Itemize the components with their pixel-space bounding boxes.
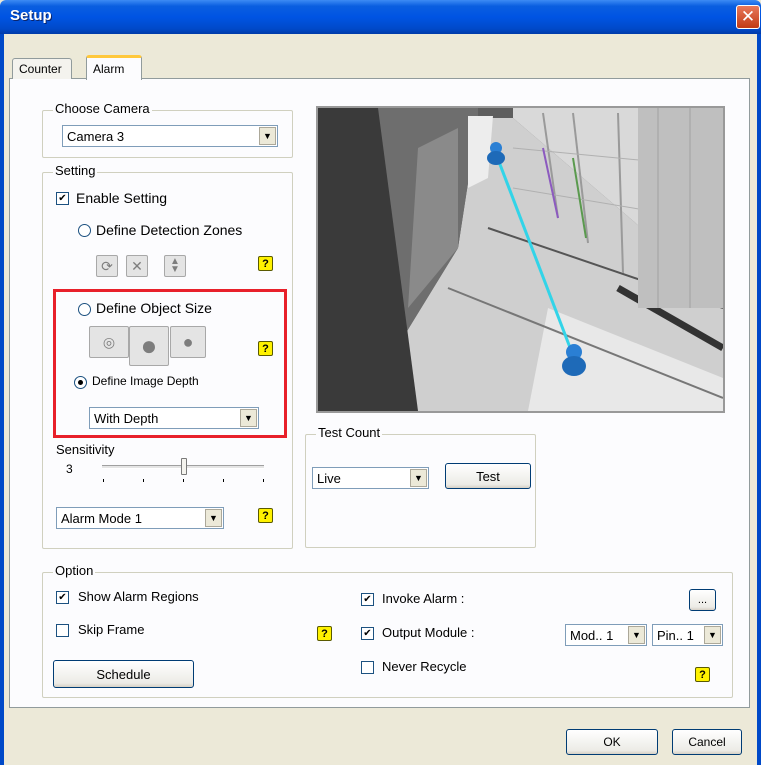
small-person-button[interactable]: ● xyxy=(170,326,206,358)
person-large-icon: ● xyxy=(140,330,158,361)
slider-tick xyxy=(183,479,184,482)
help-icon[interactable]: ? xyxy=(317,626,332,641)
skip-frame-label: Skip Frame xyxy=(78,622,145,637)
chevron-down-icon[interactable]: ▼ xyxy=(410,469,427,487)
test-count-group xyxy=(305,434,536,548)
enable-setting-checkbox[interactable] xyxy=(56,192,69,205)
choose-camera-legend: Choose Camera xyxy=(53,101,152,116)
chevron-down-icon[interactable]: ▼ xyxy=(628,626,645,644)
define-image-depth-label: Define Image Depth xyxy=(92,374,199,388)
pin-select-value: Pin.. 1 xyxy=(657,627,694,643)
camera-icon: ◎ xyxy=(102,333,116,350)
close-button[interactable]: ✕ xyxy=(736,5,760,29)
chevron-down-icon[interactable]: ▼ xyxy=(205,509,222,527)
invoke-alarm-label: Invoke Alarm : xyxy=(382,591,465,606)
camera-size-button[interactable]: ◎ xyxy=(89,326,129,358)
test-count-legend: Test Count xyxy=(316,425,383,440)
help-icon[interactable]: ? xyxy=(695,667,710,682)
show-alarm-regions-label: Show Alarm Regions xyxy=(78,589,199,604)
depth-select[interactable]: With Depth ▼ xyxy=(89,407,259,429)
never-recycle-checkbox[interactable] xyxy=(361,661,374,674)
camera-select-value: Camera 3 xyxy=(67,128,125,144)
schedule-button[interactable]: Schedule xyxy=(53,660,194,688)
skip-frame-checkbox[interactable] xyxy=(56,624,69,637)
down-arrow-icon: ▼ xyxy=(170,264,180,275)
output-module-label: Output Module : xyxy=(382,625,475,640)
chevron-down-icon[interactable]: ▼ xyxy=(704,626,721,644)
chevron-down-icon[interactable]: ▼ xyxy=(259,127,276,145)
option-legend: Option xyxy=(53,563,96,578)
delete-icon: ✕ xyxy=(131,257,143,274)
module-select-value: Mod.. 1 xyxy=(570,627,614,643)
help-icon[interactable]: ? xyxy=(258,508,273,523)
delete-zone-button[interactable]: ✕ xyxy=(126,255,148,277)
help-icon[interactable]: ? xyxy=(258,256,273,271)
pin-select[interactable]: Pin.. 1 ▼ xyxy=(652,624,723,646)
tab-counter[interactable]: Counter xyxy=(12,58,72,79)
browse-button[interactable]: ... xyxy=(689,589,716,611)
camera-scene xyxy=(318,108,723,411)
define-image-depth-radio[interactable] xyxy=(74,376,87,389)
define-zones-label: Define Detection Zones xyxy=(96,222,243,238)
setting-legend: Setting xyxy=(53,163,98,178)
alarm-mode-select[interactable]: Alarm Mode 1 ▼ xyxy=(56,507,224,529)
title-bar[interactable] xyxy=(0,0,761,34)
large-person-button[interactable]: ● xyxy=(129,326,169,366)
sensitivity-label: Sensitivity xyxy=(56,442,115,457)
slider-tick xyxy=(263,479,264,482)
window-title: Setup xyxy=(10,7,52,24)
ok-button[interactable]: OK xyxy=(566,729,658,755)
depth-select-value: With Depth xyxy=(94,410,159,426)
tab-alarm[interactable]: Alarm xyxy=(86,55,142,80)
test-button[interactable]: Test xyxy=(445,463,531,489)
person-small-icon: ● xyxy=(182,331,194,352)
chevron-down-icon[interactable]: ▼ xyxy=(240,409,257,427)
define-zones-radio[interactable] xyxy=(78,224,91,237)
slider-tick xyxy=(143,479,144,482)
sensitivity-value: 3 xyxy=(66,462,73,476)
output-module-checkbox[interactable] xyxy=(361,627,374,640)
invoke-alarm-checkbox[interactable] xyxy=(361,593,374,606)
refresh-zone-button[interactable]: ⟳ xyxy=(96,255,118,277)
help-icon[interactable]: ? xyxy=(258,341,273,356)
slider-tick xyxy=(103,479,104,482)
window-frame-left xyxy=(0,34,4,765)
define-object-size-radio[interactable] xyxy=(78,303,91,316)
test-mode-value: Live xyxy=(317,470,341,486)
show-alarm-regions-checkbox[interactable] xyxy=(56,591,69,604)
camera-preview[interactable] xyxy=(316,106,725,413)
camera-select[interactable]: Camera 3 ▼ xyxy=(62,125,278,147)
adjust-zone-button[interactable]: ▲ ▼ xyxy=(164,255,186,277)
never-recycle-label: Never Recycle xyxy=(382,659,467,674)
close-icon: ✕ xyxy=(740,7,756,26)
module-select[interactable]: Mod.. 1 ▼ xyxy=(565,624,647,646)
sensitivity-slider-thumb[interactable] xyxy=(181,458,187,475)
enable-setting-label: Enable Setting xyxy=(76,190,168,206)
cancel-button[interactable]: Cancel xyxy=(672,729,742,755)
test-mode-select[interactable]: Live ▼ xyxy=(312,467,429,489)
slider-tick xyxy=(223,479,224,482)
window-frame-right xyxy=(757,34,761,765)
refresh-icon: ⟳ xyxy=(101,257,113,274)
alarm-mode-value: Alarm Mode 1 xyxy=(61,510,142,526)
define-object-size-label: Define Object Size xyxy=(96,300,212,316)
